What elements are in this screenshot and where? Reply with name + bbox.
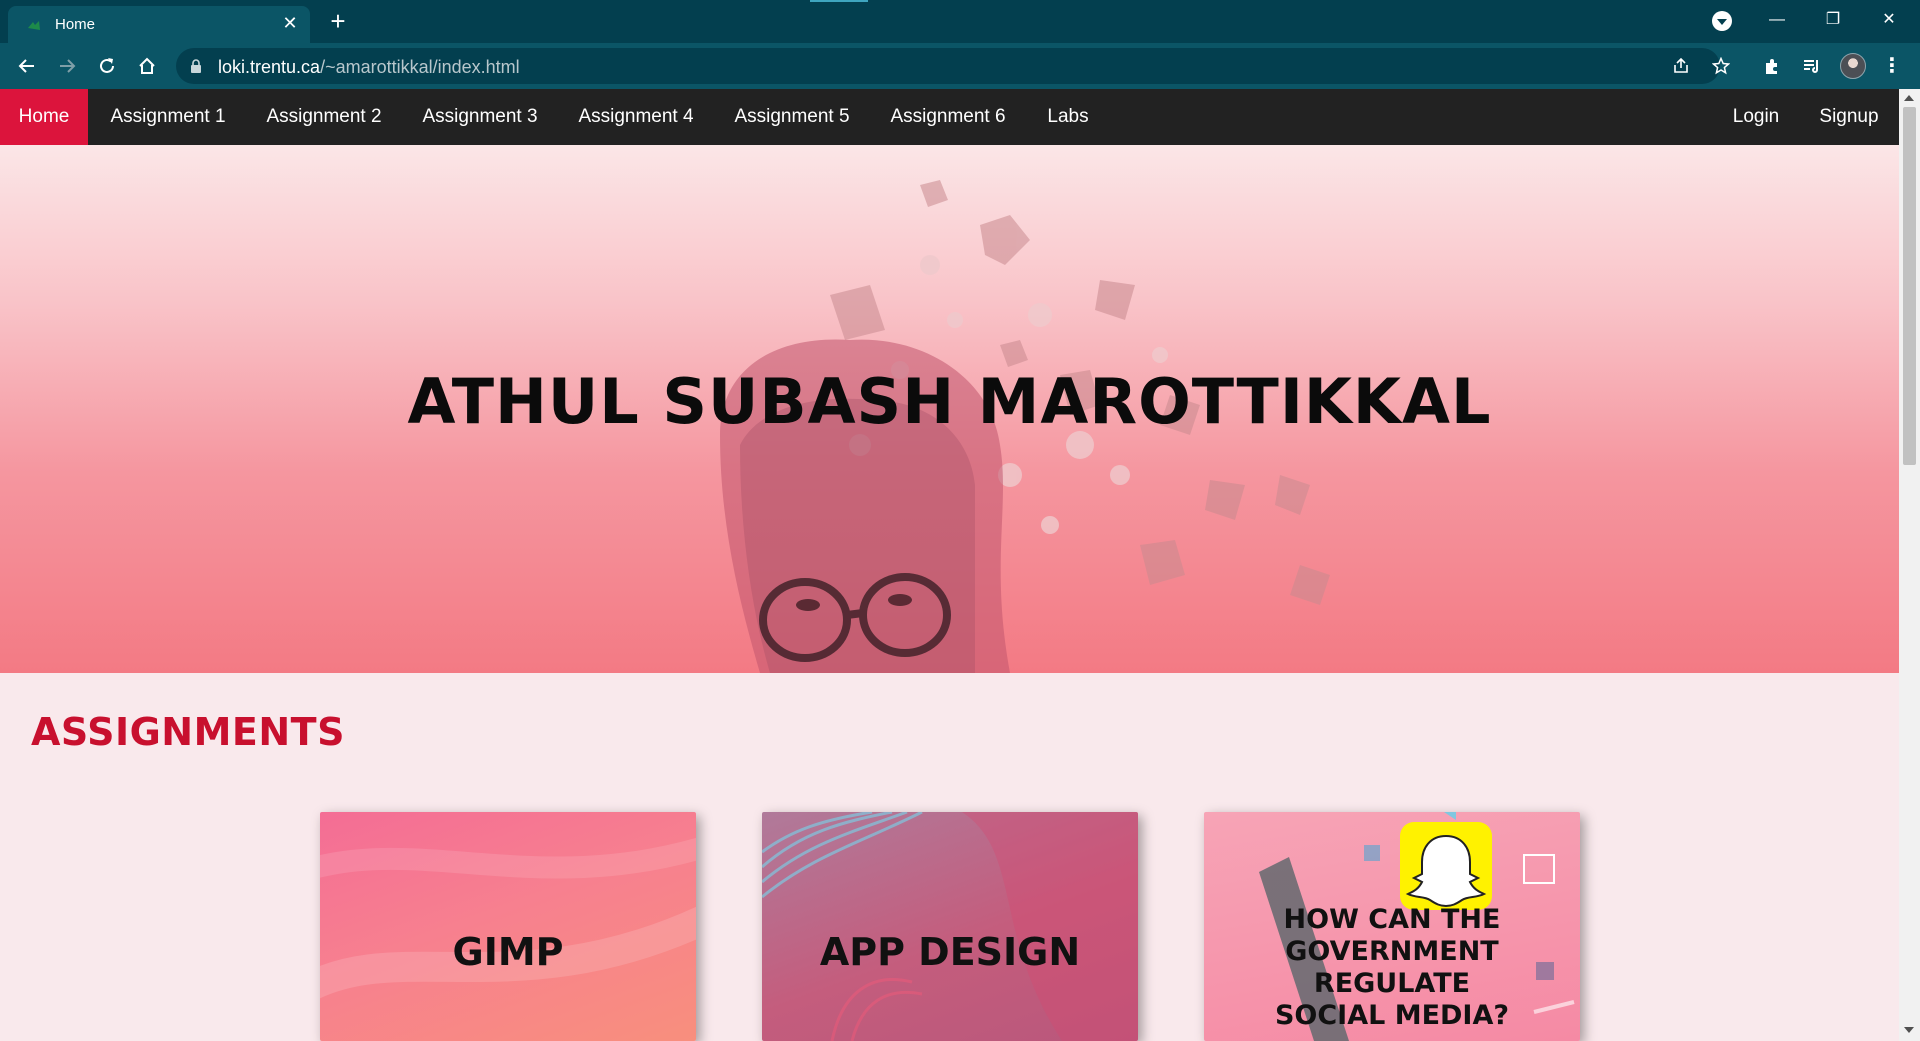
tab-search-icon[interactable]	[1712, 11, 1732, 31]
tab-strip-indicator	[810, 0, 868, 2]
new-tab-button[interactable]: +	[324, 8, 352, 36]
url-host: loki.trentu.ca	[218, 57, 321, 77]
home-icon[interactable]	[133, 52, 161, 80]
hero-banner: ATHUL SUBASH MAROTTIKKAL	[0, 145, 1899, 673]
card-gimp-texture	[320, 837, 696, 999]
card-social-media-title-line-2: GOVERNMENT REGULATE	[1285, 936, 1499, 999]
card-social-media-title-line-1: HOW CAN THE	[1283, 904, 1501, 935]
nav-assignment-6[interactable]: Assignment 6	[872, 89, 1024, 145]
card-gimp[interactable]: GIMP	[320, 812, 696, 1041]
nav-assignment-3[interactable]: Assignment 3	[400, 89, 560, 145]
card-gimp-title: GIMP	[452, 930, 564, 974]
favicon-icon	[28, 21, 40, 30]
media-control-icon[interactable]	[1800, 54, 1824, 78]
nav-assignment-4[interactable]: Assignment 4	[560, 89, 712, 145]
lock-icon[interactable]	[190, 59, 202, 73]
forward-icon[interactable]	[53, 52, 81, 80]
profile-avatar[interactable]	[1840, 53, 1866, 79]
more-menu-icon[interactable]: ⋮	[1882, 55, 1902, 77]
nav-signup[interactable]: Signup	[1802, 89, 1896, 145]
nav-assignment-5[interactable]: Assignment 5	[712, 89, 872, 145]
url-text: loki.trentu.ca/~amarottikkal/index.html	[218, 57, 520, 78]
nav-login[interactable]: Login	[1714, 89, 1798, 145]
close-window-button[interactable]: ✕	[1866, 4, 1912, 36]
share-icon[interactable]	[1670, 55, 1692, 77]
card-social-media-title-line-3: SOCIAL MEDIA?	[1274, 1000, 1510, 1031]
card-app-design-title: APP DESIGN	[819, 930, 1081, 974]
browser-tab-bar: Home ✕ + — ❐ ✕	[0, 0, 1920, 43]
url-path: /~amarottikkal/index.html	[320, 57, 520, 77]
site-navbar: Home Assignment 1 Assignment 2 Assignmen…	[0, 89, 1899, 145]
restore-button[interactable]: ❐	[1810, 4, 1856, 36]
browser-toolbar: loki.trentu.ca/~amarottikkal/index.html …	[0, 43, 1920, 89]
card-app-design[interactable]: APP DESIGN	[762, 812, 1138, 1041]
card-social-media-title: HOW CAN THE GOVERNMENT REGULATE SOCIAL M…	[1204, 904, 1580, 1032]
extensions-icon[interactable]	[1760, 54, 1784, 78]
card-social-media[interactable]: HOW CAN THE GOVERNMENT REGULATE SOCIAL M…	[1204, 812, 1580, 1041]
scroll-down-arrow-icon[interactable]	[1904, 1027, 1914, 1033]
address-bar[interactable]: loki.trentu.ca/~amarottikkal/index.html	[176, 48, 1730, 84]
back-icon[interactable]	[13, 52, 41, 80]
star-icon[interactable]	[1710, 55, 1732, 77]
scroll-thumb[interactable]	[1903, 107, 1916, 465]
nav-labs[interactable]: Labs	[1024, 89, 1112, 145]
card-app-design-texture	[762, 812, 1138, 1041]
nav-home[interactable]: Home	[0, 89, 88, 145]
browser-tab-home[interactable]: Home ✕	[8, 6, 310, 43]
nav-assignment-1[interactable]: Assignment 1	[88, 89, 248, 145]
scroll-up-arrow-icon[interactable]	[1904, 95, 1914, 101]
nav-assignment-2[interactable]: Assignment 2	[248, 89, 400, 145]
minimize-button[interactable]: —	[1754, 4, 1800, 36]
tab-close-icon[interactable]: ✕	[278, 11, 302, 35]
hero-title: ATHUL SUBASH MAROTTIKKAL	[407, 365, 1492, 438]
assignments-heading: ASSIGNMENTS	[31, 710, 345, 754]
tab-title: Home	[55, 16, 96, 33]
page-scrollbar[interactable]	[1899, 89, 1920, 1041]
reload-icon[interactable]	[93, 52, 121, 80]
